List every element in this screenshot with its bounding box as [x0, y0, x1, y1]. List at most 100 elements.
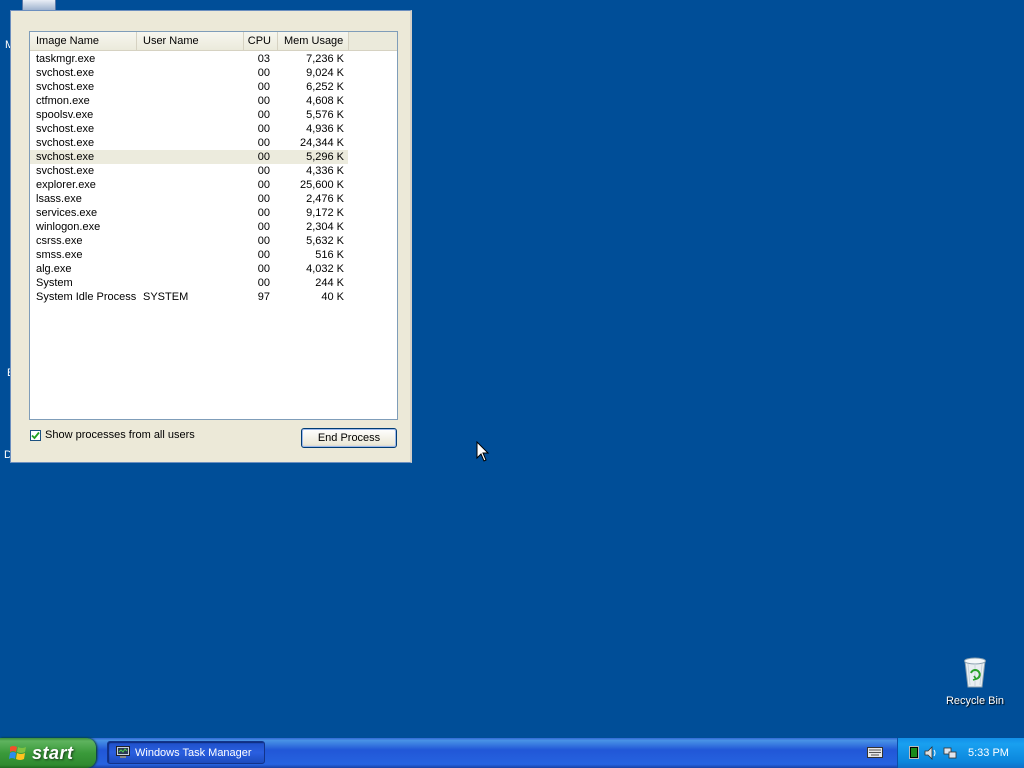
process-name: alg.exe — [36, 263, 72, 275]
process-cpu: 00 — [257, 95, 270, 107]
column-image-name[interactable]: Image Name — [30, 32, 137, 50]
process-user: SYSTEM — [143, 291, 189, 303]
process-mem: 5,632 K — [306, 235, 344, 247]
mouse-cursor-icon — [476, 441, 490, 462]
process-cpu: 00 — [257, 123, 270, 135]
process-name: svchost.exe — [36, 151, 95, 163]
process-row[interactable]: lsass.exe 00 2,476 K — [30, 192, 397, 206]
process-cpu: 00 — [257, 277, 270, 289]
process-row[interactable]: svchost.exe 00 9,024 K — [30, 66, 397, 80]
keyboard-icon[interactable] — [867, 747, 883, 758]
process-row[interactable]: alg.exe 00 4,032 K — [30, 262, 397, 276]
process-cpu: 00 — [257, 249, 270, 261]
start-button[interactable]: start — [0, 738, 96, 768]
process-name: ctfmon.exe — [36, 95, 90, 107]
process-row[interactable]: System Idle Process SYSTEM 97 40 K — [30, 290, 397, 304]
system-tray: 5:33 PM — [897, 738, 1024, 768]
process-name: winlogon.exe — [36, 221, 101, 233]
process-row[interactable]: svchost.exe 00 24,344 K — [30, 136, 397, 150]
process-name: explorer.exe — [36, 179, 96, 191]
taskbar-task-manager-button[interactable]: Windows Task Manager — [107, 741, 265, 764]
process-cpu: 00 — [257, 81, 270, 93]
process-cpu: 03 — [257, 53, 270, 65]
show-all-users-checkbox[interactable] — [30, 429, 41, 441]
process-cpu: 00 — [257, 263, 270, 275]
process-cpu: 97 — [257, 291, 270, 303]
process-mem: 4,336 K — [306, 165, 344, 177]
process-name: taskmgr.exe — [36, 53, 96, 65]
network-icon[interactable] — [943, 746, 957, 760]
show-all-users-option[interactable]: Show processes from all users — [30, 428, 195, 442]
start-label: start — [32, 742, 74, 763]
process-mem: 4,032 K — [306, 263, 344, 275]
recycle-bin-label: Recycle Bin — [945, 695, 1005, 707]
taskbar: start Windows Task Manager 5:33 PM — [0, 738, 1024, 768]
process-mem: 244 K — [315, 277, 344, 289]
process-cpu: 00 — [257, 193, 270, 205]
process-mem: 4,608 K — [306, 95, 344, 107]
process-mem: 9,172 K — [306, 207, 344, 219]
process-row[interactable]: winlogon.exe 00 2,304 K — [30, 220, 397, 234]
process-cpu: 00 — [257, 221, 270, 233]
process-cpu: 00 — [257, 109, 270, 121]
task-manager-window: Image Name User Name CPU Mem Usage taskm… — [10, 10, 412, 463]
process-name: svchost.exe — [36, 67, 95, 79]
task-manager-icon — [116, 746, 130, 758]
process-row[interactable]: svchost.exe 00 4,336 K — [30, 164, 397, 178]
process-list-header: Image Name User Name CPU Mem Usage — [30, 32, 397, 51]
process-row[interactable]: svchost.exe 00 4,936 K — [30, 122, 397, 136]
column-cpu[interactable]: CPU — [244, 32, 278, 50]
taskbar-task-label: Windows Task Manager — [135, 746, 252, 759]
process-row[interactable]: smss.exe 00 516 K — [30, 248, 397, 262]
process-row[interactable]: spoolsv.exe 00 5,576 K — [30, 108, 397, 122]
process-mem: 5,296 K — [306, 151, 344, 163]
process-name: svchost.exe — [36, 165, 95, 177]
column-mem-usage[interactable]: Mem Usage — [278, 32, 349, 50]
cpu-meter-icon[interactable] — [909, 746, 919, 759]
process-row[interactable]: taskmgr.exe 03 7,236 K — [30, 52, 397, 66]
process-row[interactable]: System 00 244 K — [30, 276, 397, 290]
process-row[interactable]: explorer.exe 00 25,600 K — [30, 178, 397, 192]
process-mem: 516 K — [315, 249, 344, 261]
process-name: spoolsv.exe — [36, 109, 94, 121]
process-mem: 4,936 K — [306, 123, 344, 135]
process-mem: 24,344 K — [299, 137, 344, 149]
process-rows: taskmgr.exe 03 7,236 K svchost.exe 00 9,024 K… — [30, 52, 397, 304]
process-name: smss.exe — [36, 249, 83, 261]
process-mem: 25,600 K — [299, 179, 344, 191]
windows-logo-icon — [9, 746, 26, 760]
recycle-bin[interactable]: Recycle Bin — [940, 655, 1010, 707]
process-mem: 2,304 K — [306, 221, 344, 233]
process-name: svchost.exe — [36, 81, 95, 93]
clock: 5:33 PM — [968, 747, 1009, 759]
process-list[interactable]: Image Name User Name CPU Mem Usage taskm… — [29, 31, 398, 420]
process-cpu: 00 — [257, 207, 270, 219]
process-mem: 9,024 K — [306, 67, 344, 79]
process-cpu: 00 — [257, 151, 270, 163]
process-mem: 40 K — [321, 291, 344, 303]
process-cpu: 00 — [257, 179, 270, 191]
end-process-button[interactable]: End Process — [301, 428, 397, 448]
process-row[interactable]: services.exe 00 9,172 K — [30, 206, 397, 220]
process-name: svchost.exe — [36, 137, 95, 149]
column-user-name[interactable]: User Name — [137, 32, 244, 50]
process-mem: 7,236 K — [306, 53, 344, 65]
process-cpu: 00 — [257, 165, 270, 177]
process-mem: 2,476 K — [306, 193, 344, 205]
process-cpu: 00 — [257, 67, 270, 79]
process-mem: 5,576 K — [306, 109, 344, 121]
show-all-users-label: Show processes from all users — [45, 429, 195, 441]
recycle-bin-icon — [964, 657, 986, 688]
process-row[interactable]: svchost.exe 00 6,252 K — [30, 80, 397, 94]
process-cpu: 00 — [257, 235, 270, 247]
volume-icon[interactable] — [924, 746, 938, 760]
process-name: lsass.exe — [36, 193, 82, 205]
process-mem: 6,252 K — [306, 81, 344, 93]
process-name: System Idle Process — [36, 291, 137, 303]
checkmark-icon — [31, 431, 40, 439]
process-name: services.exe — [36, 207, 98, 219]
process-row[interactable]: svchost.exe 00 5,296 K — [30, 150, 397, 164]
process-row[interactable]: csrss.exe 00 5,632 K — [30, 234, 397, 248]
process-name: csrss.exe — [36, 235, 83, 247]
process-row[interactable]: ctfmon.exe 00 4,608 K — [30, 94, 397, 108]
